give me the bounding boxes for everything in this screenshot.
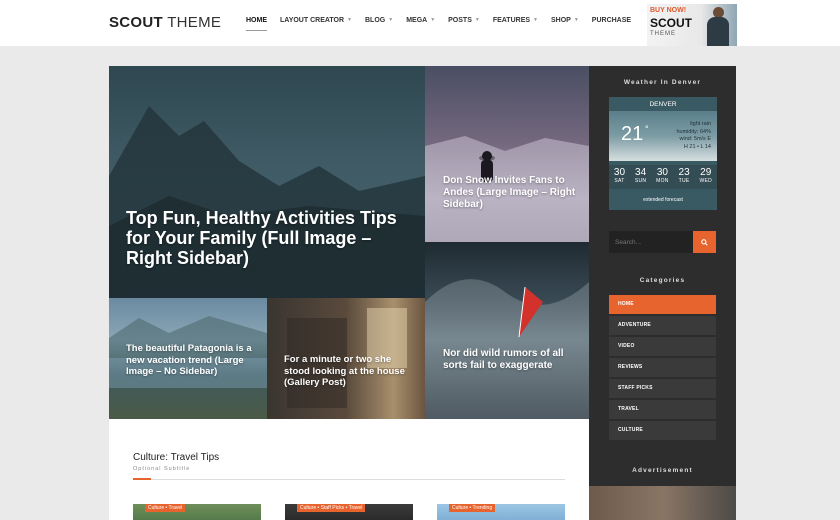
- weather-details: light rain humidity: 64% wind: 5m/s E H …: [676, 121, 711, 151]
- post-card[interactable]: Culture • Trending: [437, 504, 565, 520]
- weather-wind: wind: 5m/s E: [679, 136, 711, 142]
- nav-layout-creator[interactable]: LAYOUT CREATOR ▼: [280, 17, 352, 24]
- hero-patagonia-title[interactable]: The beautiful Patagonia is a new vacatio…: [126, 343, 256, 378]
- advertisement-image[interactable]: [589, 486, 736, 520]
- advertisement-title: Advertisement: [632, 467, 693, 474]
- category-culture[interactable]: CULTURE: [609, 421, 716, 440]
- hero-snow-title[interactable]: Don Snow Invites Fans to Andes (Large Im…: [443, 175, 583, 211]
- search-button[interactable]: [693, 231, 716, 253]
- ad-buy-text: BUY NOW!: [650, 7, 687, 14]
- weather-humidity: humidity: 64%: [676, 128, 711, 135]
- forecast-day: 30 SAT: [613, 167, 626, 184]
- section-title: Culture: Travel Tips: [133, 452, 220, 463]
- section-subtitle: Optional Subtitle: [133, 466, 191, 472]
- post-card-tag[interactable]: Culture • Trending: [449, 504, 496, 512]
- chevron-down-icon: ▼: [474, 17, 480, 23]
- hero-main-title[interactable]: Top Fun, Healthy Activities Tips for You…: [126, 208, 416, 268]
- extended-forecast-link[interactable]: extended forecast: [609, 197, 717, 203]
- chevron-down-icon: ▼: [533, 17, 538, 23]
- snow-hiker-image: [425, 136, 589, 242]
- hero-snow-post[interactable]: Don Snow Invites Fans to Andes (Large Im…: [425, 66, 589, 242]
- chevron-down-icon: ▼: [347, 17, 352, 23]
- search-icon: [701, 238, 708, 246]
- weather-high-low: H 21 • L 14: [683, 143, 711, 150]
- sidebar: Weather In Denver DENVER 21 ° light rain…: [589, 66, 736, 520]
- weather-city: DENVER: [649, 101, 677, 108]
- ad-person-image: [707, 7, 729, 46]
- ad-theme-text: THEME: [650, 31, 676, 37]
- post-card-tag[interactable]: Culture • Staff Picks • Travel: [297, 504, 366, 512]
- chevron-down-icon: ▼: [388, 17, 394, 23]
- weather-forecast-days: 30 SAT 34 SUN 30 MON 23 TUE 29 WED: [609, 165, 717, 189]
- post-card[interactable]: Culture • Staff Picks • Travel: [285, 504, 413, 520]
- nav-shop[interactable]: SHOP ▼: [551, 17, 579, 24]
- windsurf-image: [425, 279, 589, 419]
- category-travel[interactable]: TRAVEL: [609, 400, 716, 419]
- post-card-tag[interactable]: Culture • Travel: [145, 504, 186, 512]
- nav-purchase[interactable]: PURCHASE: [592, 17, 631, 24]
- site-header: SCOUT THEME HOME LAYOUT CREATOR ▼ BLOG ▼ M…: [0, 0, 840, 46]
- search-input[interactable]: [609, 231, 693, 253]
- hero-wave-title[interactable]: Nor did wild rumors of all sorts fail to…: [443, 348, 583, 372]
- hero-room-post[interactable]: For a minute or two she stood looking at…: [267, 298, 425, 419]
- weather-current-temp: 21: [621, 123, 644, 145]
- chevron-down-icon: ▼: [430, 17, 436, 23]
- hero-wave-post[interactable]: Nor did wild rumors of all sorts fail to…: [425, 242, 589, 419]
- categories-title: Categories: [639, 277, 686, 284]
- category-home[interactable]: HOME: [609, 295, 716, 314]
- category-staff-picks[interactable]: STAFF PICKS: [609, 379, 716, 398]
- weather-widget: DENVER 21 ° light rain humidity: 64% win…: [609, 97, 717, 210]
- forecast-day: 34 SUN: [634, 167, 647, 184]
- header-ad-banner[interactable]: BUY NOW! SCOUT THEME: [647, 4, 737, 46]
- forecast-day: 23 TUE: [678, 167, 690, 184]
- hero-patagonia-post[interactable]: The beautiful Patagonia is a new vacatio…: [109, 298, 267, 419]
- nav-posts[interactable]: POSTS ▼: [448, 17, 480, 24]
- hero-main-post[interactable]: Top Fun, Healthy Activities Tips for You…: [109, 66, 425, 298]
- logo-bold-text: SCOUT: [109, 14, 163, 31]
- category-reviews[interactable]: REVIEWS: [609, 358, 716, 377]
- chevron-down-icon: ▼: [573, 17, 579, 23]
- site-logo[interactable]: SCOUT THEME: [109, 14, 221, 31]
- nav-blog[interactable]: BLOG ▼: [365, 17, 393, 24]
- category-adventure[interactable]: ADVENTURE: [609, 316, 716, 335]
- nav-home[interactable]: HOME: [246, 17, 267, 31]
- category-video[interactable]: VIDEO: [609, 337, 716, 356]
- forecast-day: 30 MON: [656, 167, 669, 184]
- logo-light-text: THEME: [163, 14, 222, 31]
- culture-section: Culture: Travel Tips Optional Subtitle C…: [109, 419, 589, 520]
- nav-features[interactable]: FEATURES ▼: [493, 17, 538, 24]
- section-divider: [133, 478, 565, 480]
- weather-widget-title: Weather In Denver: [623, 79, 702, 86]
- forecast-day: 29 WED: [699, 167, 713, 184]
- categories-list: HOME ADVENTURE VIDEO REVIEWS STAFF PICKS…: [609, 295, 716, 442]
- main-nav: HOME LAYOUT CREATOR ▼ BLOG ▼ MEGA ▼ POSTS ▼ …: [246, 17, 644, 31]
- weather-degree-symbol: °: [645, 124, 649, 134]
- post-card[interactable]: Culture • Travel: [133, 504, 261, 520]
- weather-condition: light rain: [690, 121, 711, 127]
- ad-brand-text: SCOUT: [650, 16, 692, 30]
- hero-room-title[interactable]: For a minute or two she stood looking at…: [284, 354, 416, 389]
- nav-mega[interactable]: MEGA ▼: [406, 17, 435, 24]
